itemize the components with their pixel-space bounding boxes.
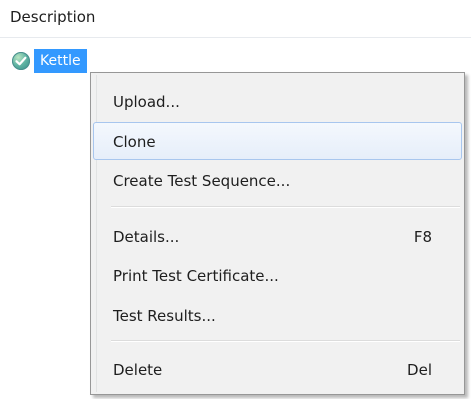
menu-item-label: Upload...	[113, 93, 180, 111]
menu-item-label: Test Results...	[113, 307, 216, 325]
menu-item-shortcut: Del	[407, 361, 432, 379]
menu-item-delete[interactable]: Delete Del	[93, 351, 462, 389]
menu-separator	[111, 206, 460, 208]
menu-item-create-test-sequence[interactable]: Create Test Sequence...	[93, 162, 462, 200]
menu-item-print-test-certificate[interactable]: Print Test Certificate...	[93, 257, 462, 295]
menu-item-label: Print Test Certificate...	[113, 267, 279, 285]
column-header-description: Description	[10, 8, 96, 26]
column-header[interactable]: Description	[0, 0, 471, 38]
menu-separator	[111, 340, 460, 342]
menu-item-clone[interactable]: Clone	[93, 122, 462, 160]
menu-item-label: Create Test Sequence...	[113, 172, 291, 190]
tree-node-label[interactable]: Kettle	[34, 49, 87, 73]
context-menu: Upload... Clone Create Test Sequence... …	[90, 72, 465, 395]
menu-item-upload[interactable]: Upload...	[93, 83, 462, 121]
menu-item-test-results[interactable]: Test Results...	[93, 297, 462, 335]
check-circle-icon	[12, 52, 30, 70]
menu-item-details[interactable]: Details... F8	[93, 218, 462, 256]
menu-item-label: Clone	[113, 133, 156, 151]
menu-item-label: Details...	[113, 228, 180, 246]
menu-item-shortcut: F8	[413, 228, 432, 246]
menu-item-label: Delete	[113, 361, 163, 379]
